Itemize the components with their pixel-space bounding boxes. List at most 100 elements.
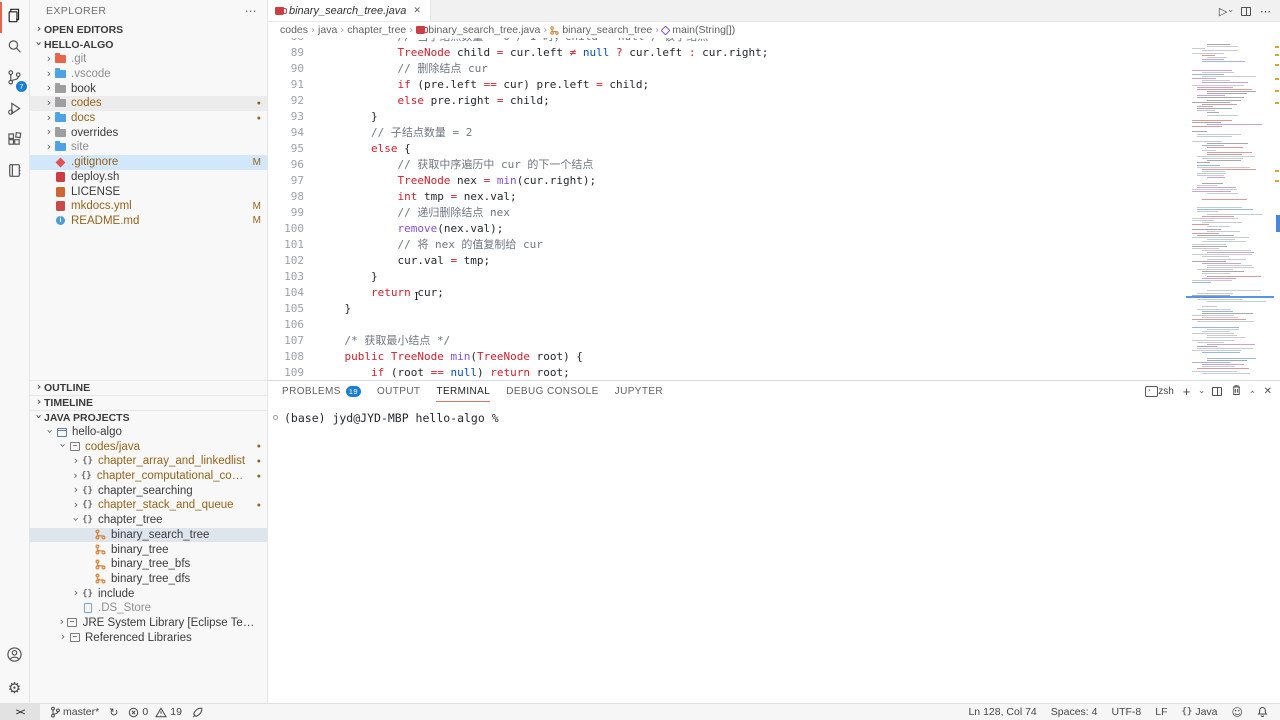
minimap-line bbox=[1190, 358, 1270, 359]
item-label: mkdocs.yml bbox=[71, 200, 132, 212]
explorer-item--gitignore[interactable]: .gitignoreM bbox=[30, 155, 267, 170]
status-item-3[interactable]: LF bbox=[1155, 706, 1167, 718]
new-terminal-button[interactable]: + bbox=[1183, 384, 1191, 399]
folder-icon bbox=[54, 70, 67, 78]
launch-indicator[interactable] bbox=[192, 707, 203, 718]
panel-tab-terminal[interactable]: TERMINAL bbox=[436, 381, 490, 402]
breadcrumb-item-0[interactable]: codes bbox=[280, 24, 308, 36]
scrollbar-thumb[interactable] bbox=[1276, 215, 1280, 232]
code-area[interactable]: 88// 当子结点数量 = 0 / 1 时，child = null / 该子结… bbox=[268, 38, 1188, 380]
activity-source-control-button[interactable]: 7 bbox=[0, 64, 29, 95]
minimap-line bbox=[1190, 102, 1270, 103]
language-mode[interactable]: {} Java bbox=[1182, 706, 1218, 718]
bell-icon bbox=[1257, 706, 1268, 718]
settings-button[interactable]: ⚙ bbox=[0, 672, 29, 703]
notifications-button[interactable] bbox=[1257, 706, 1268, 718]
kill-terminal-icon[interactable] bbox=[1231, 383, 1242, 401]
activity-extensions-button[interactable] bbox=[0, 126, 29, 157]
line-number: 94 bbox=[268, 125, 304, 141]
folder-icon bbox=[54, 143, 67, 151]
breadcrumb-item-3[interactable]: binary_search_tree.java bbox=[416, 24, 540, 36]
panel-tab-jupyter[interactable]: JUPYTER bbox=[615, 381, 663, 402]
panel-tab-debug-console[interactable]: DEBUG CONSOLE bbox=[506, 381, 598, 402]
chevron-down-icon: › bbox=[33, 39, 46, 49]
class-icon bbox=[94, 573, 107, 584]
braces-icon: {} bbox=[81, 456, 94, 466]
tab-binary-search-tree-java[interactable]: binary_search_tree.java ✕ bbox=[268, 0, 431, 21]
maximize-panel-icon[interactable]: › bbox=[1248, 390, 1258, 394]
java-item-binary-search-tree[interactable]: binary_search_tree bbox=[30, 528, 267, 543]
java-item-chapter-computational-complexity[interactable]: ›{}chapter_computational_complexity● bbox=[30, 469, 267, 484]
status-item-0[interactable]: Ln 128, Col 74 bbox=[968, 706, 1036, 718]
java-item--ds-store[interactable]: .DS_Store bbox=[30, 601, 267, 616]
branch-indicator[interactable]: master* bbox=[50, 706, 99, 718]
explorer-item-mkdocs-yml[interactable]: mkdocs.ymlM bbox=[30, 199, 267, 214]
minimap-line bbox=[1190, 171, 1270, 172]
minimap[interactable] bbox=[1190, 44, 1270, 376]
more-actions-icon[interactable]: ⋯ bbox=[1260, 5, 1272, 18]
explorer-item-codes[interactable]: ›codes● bbox=[30, 96, 267, 111]
activity-notebook-button[interactable] bbox=[0, 157, 29, 188]
folder-icon bbox=[55, 114, 66, 122]
java-item-codes-java[interactable]: ›codes/java● bbox=[30, 439, 267, 454]
minimap-line bbox=[1190, 248, 1270, 249]
status-item-2[interactable]: UTF-8 bbox=[1111, 706, 1141, 718]
explorer-item-docs[interactable]: ›docs● bbox=[30, 111, 267, 126]
minimap-line bbox=[1190, 108, 1270, 109]
close-panel-icon[interactable]: ✕ bbox=[1264, 386, 1272, 397]
breadcrumb-item-4[interactable]: binary_search_tree bbox=[550, 24, 652, 36]
split-editor-icon[interactable] bbox=[1241, 7, 1251, 16]
project-icon bbox=[55, 428, 68, 437]
java-item-binary-tree[interactable]: binary_tree bbox=[30, 542, 267, 557]
account-button[interactable] bbox=[0, 641, 29, 672]
explorer-item-readme-md[interactable]: iREADME.mdM bbox=[30, 214, 267, 229]
file-type-icon bbox=[56, 172, 65, 182]
explorer-item-site[interactable]: ›site bbox=[30, 140, 267, 155]
java-item-referenced-libraries[interactable]: ›Referenced Libraries bbox=[30, 630, 267, 645]
section-timeline[interactable]: › TIMELINE bbox=[30, 395, 267, 410]
breadcrumb-item-2[interactable]: chapter_tree bbox=[347, 24, 406, 36]
split-terminal-icon[interactable] bbox=[1212, 387, 1222, 396]
section-java-projects[interactable]: › JAVA PROJECTS bbox=[30, 410, 267, 425]
activity-explorer-button[interactable] bbox=[0, 2, 29, 33]
token: root; bbox=[530, 366, 570, 379]
remote-indicator[interactable]: >< bbox=[0, 704, 40, 720]
activity-run-debug-button[interactable] bbox=[0, 95, 29, 126]
problems-indicator[interactable]: 0 19 bbox=[128, 706, 182, 718]
java-item-chapter-array-and-linkedlist[interactable]: ›{}chapter_array_and_linkedlist● bbox=[30, 454, 267, 469]
chevron-down-icon[interactable]: › bbox=[1196, 390, 1206, 394]
breadcrumb-item-5[interactable]: main(String[]) bbox=[662, 24, 735, 36]
feedback-button[interactable]: ☺ bbox=[1232, 706, 1243, 719]
java-item-include[interactable]: ›{}include bbox=[30, 586, 267, 601]
section-hello-algo[interactable]: › HELLO-ALGO bbox=[30, 37, 267, 52]
section-outline[interactable]: › OUTLINE bbox=[30, 380, 267, 395]
breadcrumb-item-1[interactable]: java bbox=[318, 24, 337, 36]
java-item-chapter-stack-and-queue[interactable]: ›{}chapter_stack_and_queue● bbox=[30, 498, 267, 513]
more-actions-icon[interactable]: ⋯ bbox=[245, 4, 257, 18]
minimap-line bbox=[1190, 104, 1270, 105]
panel-tab-output[interactable]: OUTPUT bbox=[377, 381, 421, 402]
run-file-button[interactable]: ▷ › bbox=[1219, 5, 1232, 18]
explorer-item-book[interactable]: ›book bbox=[30, 81, 267, 96]
section-open-editors[interactable]: › OPEN EDITORS bbox=[30, 22, 267, 37]
java-item-binary-tree-dfs[interactable]: binary_tree_dfs bbox=[30, 572, 267, 587]
sync-button[interactable]: ↻ bbox=[109, 706, 118, 719]
java-item-chapter-searching[interactable]: ›{}chapter_searching bbox=[30, 483, 267, 498]
explorer-item-deploy-sh[interactable]: deploy.sh bbox=[30, 170, 267, 185]
java-item-binary-tree-bfs[interactable]: binary_tree_bfs bbox=[30, 557, 267, 572]
explorer-item-overrides[interactable]: ›overrides bbox=[30, 125, 267, 140]
java-item-hello-algo[interactable]: ›hello-algo bbox=[30, 425, 267, 440]
terminal[interactable]: (base) jyd@JYD-MBP hello-algo % bbox=[268, 402, 1280, 703]
panel-tab-problems[interactable]: PROBLEMS19 bbox=[282, 381, 361, 402]
minimap-cursor-line bbox=[1186, 296, 1274, 298]
explorer-item--git[interactable]: ›.git bbox=[30, 52, 267, 67]
status-item-1[interactable]: Spaces: 4 bbox=[1051, 706, 1098, 718]
token: TreeNode bbox=[391, 350, 444, 363]
explorer-item-license[interactable]: LICENSE bbox=[30, 184, 267, 199]
close-tab-icon[interactable]: ✕ bbox=[411, 5, 423, 17]
terminal-shell-selector[interactable]: › zsh bbox=[1145, 386, 1174, 397]
java-item-chapter-tree[interactable]: ›{}chapter_tree bbox=[30, 513, 267, 528]
java-item-jre-system-library-eclipse-temurin-17-17-[interactable]: ›JRE System Library [Eclipse Temurin 17 … bbox=[30, 616, 267, 631]
explorer-item--vscode[interactable]: ›.vscode bbox=[30, 67, 267, 82]
activity-search-button[interactable] bbox=[0, 33, 29, 64]
